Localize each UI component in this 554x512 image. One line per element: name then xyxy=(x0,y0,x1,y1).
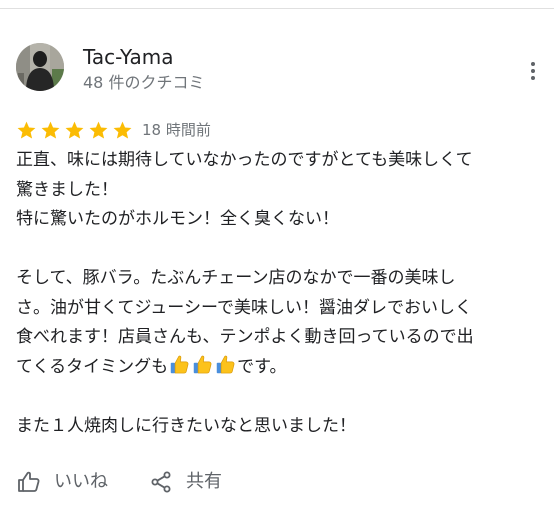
review-line: さ。油が甘くてジューシーで美味しい！醤油ダレでおいしく xyxy=(16,297,472,318)
author-avatar[interactable] xyxy=(16,43,64,91)
thumbs-up-emoji xyxy=(216,355,235,373)
author-review-count[interactable]: 48 件のクチコミ xyxy=(83,72,204,94)
star-icon xyxy=(65,121,84,139)
review-paragraph-1: 正直、味には期待していなかったのですがとても美味しくて 驚きました！ 特に驚いた… xyxy=(16,146,544,235)
thumb-up-outline-icon xyxy=(16,469,42,495)
star-icon xyxy=(17,121,36,139)
share-button[interactable]: 共有 xyxy=(148,469,222,495)
avatar-photo xyxy=(16,43,64,91)
review-line: 驚きました！ xyxy=(16,179,118,200)
review-paragraph-2: そして、豚バラ。たぶんチェーン店のなかで一番の美味し さ。油が甘くてジューシーで… xyxy=(16,264,544,382)
review-line-with-emoji: てくるタイミングも です。 xyxy=(16,353,544,383)
review-line: 正直、味には期待していなかったのですがとても美味しくて xyxy=(16,150,473,170)
thumbs-up-emoji-group xyxy=(168,355,237,377)
review-line: 食べれます！店員さんも、テンポよく動き回っているので出 xyxy=(16,327,474,347)
more-options-button[interactable] xyxy=(518,56,548,86)
thumbs-up-emoji xyxy=(193,355,212,373)
more-vert-icon-dot xyxy=(531,76,535,80)
more-vert-icon xyxy=(531,62,535,66)
star-icon xyxy=(89,121,108,139)
author-name[interactable]: Tac-Yama xyxy=(83,44,173,70)
review-card: Tac-Yama 48 件のクチコミ 18 時間前 正直、味には期待していなかっ… xyxy=(0,0,554,512)
like-label: いいね xyxy=(54,471,108,492)
review-text-fragment: てくるタイミングも xyxy=(16,356,169,377)
review-actions: いいね 共有 xyxy=(16,466,262,498)
share-label: 共有 xyxy=(186,471,222,492)
thumbs-up-emoji xyxy=(170,355,189,373)
review-text: 正直、味には期待していなかったのですがとても美味しくて 驚きました！ 特に驚いた… xyxy=(16,146,544,441)
review-time: 18 時間前 xyxy=(142,121,211,139)
review-line: そして、豚バラ。たぶんチェーン店のなかで一番の美味し xyxy=(16,268,456,288)
rating-row: 18 時間前 xyxy=(16,118,211,142)
review-paragraph-3: また１人焼肉しに行きたいなと思いました！ xyxy=(16,412,544,442)
star-icon xyxy=(113,121,132,139)
star-rating xyxy=(16,120,133,141)
review-line: 特に驚いたのがホルモン！全く臭くない！ xyxy=(16,209,339,229)
review-text-fragment: です。 xyxy=(237,356,287,377)
share-icon xyxy=(148,469,174,495)
review-line: また１人焼肉しに行きたいなと思いました！ xyxy=(16,415,356,436)
more-vert-icon-dot xyxy=(531,69,535,73)
like-button[interactable]: いいね xyxy=(16,469,108,495)
star-icon xyxy=(41,121,60,139)
